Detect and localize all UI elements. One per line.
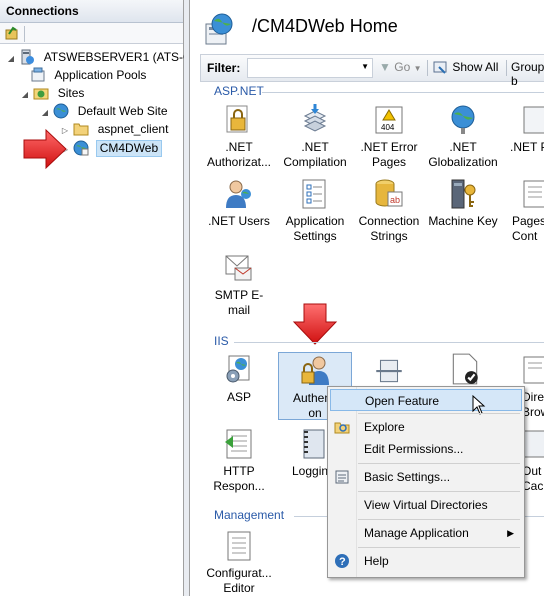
tile-pages-controls[interactable]: Pages Cont [502,178,544,244]
tile-net-authorization[interactable]: .NET Authorizat... [204,104,274,170]
directory-icon [523,356,544,384]
tree-node-cm4dweb[interactable]: ▷ CM4DWeb [60,139,163,157]
section-aspnet: ASP.NET [214,84,264,98]
server-icon [21,49,35,65]
config-editor-icon [227,531,251,561]
tree-node-sites[interactable]: ◢ Sites [20,84,86,102]
tree-label: Application Pools [54,68,147,82]
connections-pane: Connections ◢ ATSWEBSERVER1 (ATS-GL Appl… [0,0,199,596]
dropdown-arrow-icon[interactable]: ▼ [361,62,369,71]
menu-item-edit-permissions[interactable]: Edit Permissions... [330,438,522,460]
go-button[interactable]: ▼ Go ▼ [379,60,422,74]
section-divider [234,342,544,343]
globe-icon [53,103,69,119]
tree-label: ATSWEBSERVER1 (ATS-GL [43,50,200,64]
error-404-icon: 404 [375,106,403,134]
section-divider [262,92,544,93]
checklist-icon [302,179,326,209]
page-title: /CM4DWeb Home [252,16,398,36]
tile-connection-strings[interactable]: ab Connection Strings [354,178,424,244]
menu-separator [358,547,520,548]
tree-node-default-web-site[interactable]: ◢ Default Web Site [40,102,170,120]
asp-icon [226,355,250,383]
tree-label: Sites [57,86,85,100]
web-app-icon [73,140,89,156]
filter-input[interactable]: ▼ [247,58,373,78]
help-icon: ? [335,554,349,568]
doc-icon [523,106,544,134]
tile-net-compilation[interactable]: .NET Compilation [280,104,350,170]
tile-application-settings[interactable]: Application Settings [280,178,350,244]
menu-item-view-virtual-directories[interactable]: View Virtual Directories [330,494,522,516]
section-iis: IIS [214,334,229,348]
svg-text:?: ? [339,556,346,568]
context-menu: Open Feature Explore Edit Permissions...… [327,386,525,578]
users-icon [226,180,251,208]
menu-separator [358,463,520,464]
db-icon: ab [375,179,403,207]
lock-doc-icon [226,105,248,133]
default-document-icon [452,353,478,385]
tile-configuration-editor[interactable]: Configurat... Editor [204,530,274,596]
menu-separator [358,491,520,492]
svg-text:ab: ab [390,195,400,205]
connections-toolbar [0,23,183,44]
tree-label: aspnet_client [97,122,169,136]
tile-net-globalization[interactable]: .NET Globalization [428,104,498,170]
red-arrow-pointer-icon [23,128,67,170]
show-all-button[interactable]: Show All [433,60,498,75]
menu-item-manage-application[interactable]: Manage Application ▶ [330,522,522,544]
pages-icon [523,180,544,208]
settings-icon [335,470,349,484]
app-pools-icon [31,67,45,82]
key-icon [451,179,476,209]
tile-net-profile[interactable]: .NET P [502,104,544,155]
tree-node-aspnet-client[interactable]: ▷ aspnet_client [60,120,170,138]
connect-icon[interactable] [4,25,20,41]
dropdown-arrow-icon: ▼ [413,64,422,73]
collapse-icon[interactable]: ◢ [20,86,30,104]
globe-pin-icon [451,105,475,134]
filter-label: Filter: [207,61,241,75]
section-management: Management [214,508,285,522]
folder-icon [73,123,89,136]
menu-item-explore[interactable]: Explore [330,416,522,438]
menu-item-basic-settings[interactable]: Basic Settings... [330,466,522,488]
collapse-icon[interactable]: ◢ [40,104,50,122]
svg-text:404: 404 [381,123,395,132]
submenu-arrow-icon: ▶ [507,528,514,538]
tree-label: Default Web Site [77,104,168,118]
compile-icon [303,104,327,132]
explore-icon [334,422,350,434]
group-by-button[interactable]: Group b [511,60,544,88]
funnel-icon: ▼ [379,60,391,74]
menu-item-open-feature[interactable]: Open Feature [330,389,522,411]
show-all-icon [433,61,447,74]
tile-net-error-pages[interactable]: 404 .NET Error Pages [354,104,424,170]
menu-item-help[interactable]: ? Help [330,550,522,572]
tile-machine-key[interactable]: Machine Key [428,178,498,229]
compression-icon [376,359,402,383]
tile-asp[interactable]: ASP [204,354,274,405]
tile-http-response-headers[interactable]: HTTP Respon... [204,428,274,494]
filter-toolbar: Filter: ▼ ▼ Go ▼ Show All Group b [200,54,544,88]
web-app-home-icon [205,13,233,45]
sites-folder-icon [33,88,49,100]
tile-smtp-email[interactable]: SMTP E-mail [204,252,274,318]
collapse-icon[interactable]: ◢ [6,50,16,68]
http-response-icon [225,429,252,459]
menu-separator [358,413,520,414]
menu-separator [358,519,520,520]
tile-net-users[interactable]: .NET Users [204,178,274,229]
tree-node-server[interactable]: ◢ ATSWEBSERVER1 (ATS-GL [6,48,201,66]
logging-icon [303,429,325,459]
tree-label: CM4DWeb [95,140,163,157]
auth-icon [301,356,329,385]
mouse-cursor-icon [472,395,486,415]
mail-icon [225,255,252,281]
tree-node-app-pools[interactable]: Application Pools [30,66,148,84]
connections-header: Connections [0,0,183,23]
red-arrow-down-icon [292,303,338,345]
